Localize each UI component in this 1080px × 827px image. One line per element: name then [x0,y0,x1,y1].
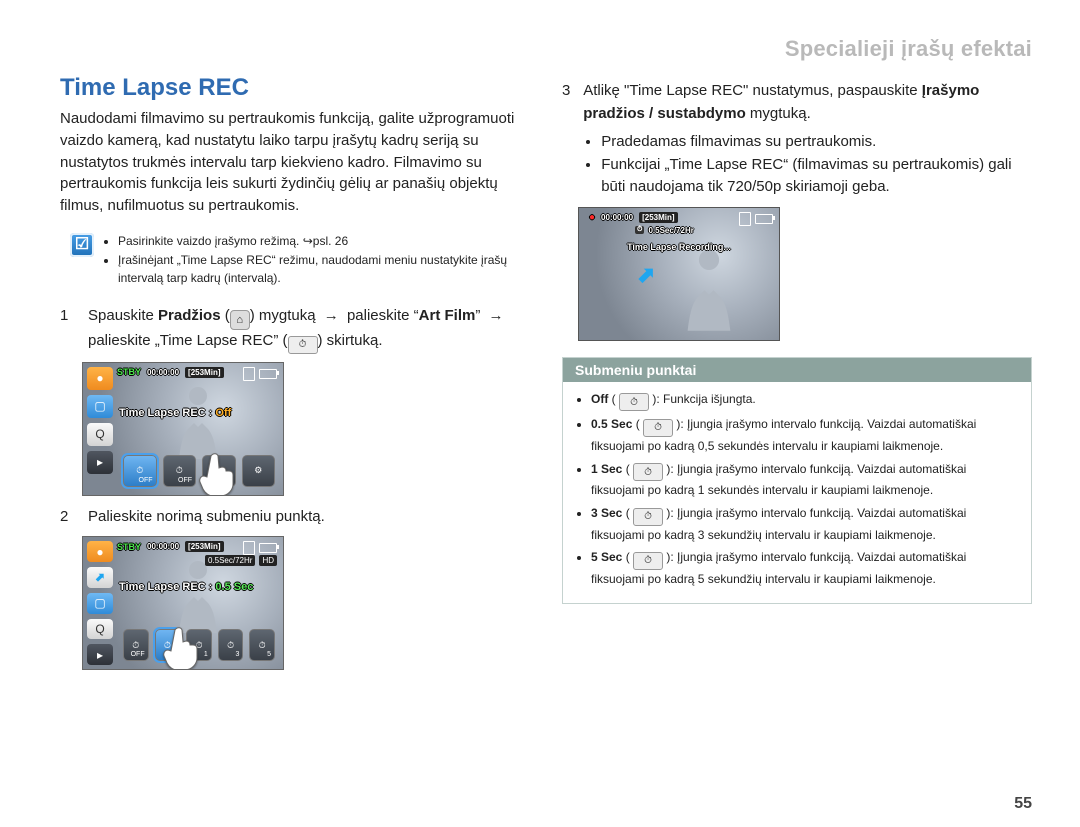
arrow-up-icon: ⬈ [637,262,655,288]
step-number: 3 [562,80,573,199]
arrow-icon: → [489,305,504,328]
lcd-status-icons [739,212,773,226]
submenu-items-header: Submeniu punktai [563,358,1031,382]
page-title: Time Lapse REC [60,74,530,102]
lcd-chip-record: ● [87,367,113,390]
submenu-item: Off ( ⏱ ): Funkcija išjungta. [591,390,1017,412]
lcd-chip-photo: ▢ [87,395,113,418]
lcd-time: 00:00:00 [601,213,633,222]
lcd-chip-uparrow: ⬈ [87,567,113,588]
sd-card-icon [243,367,255,381]
lcd-chip-zoom: Q [87,423,113,446]
lcd-mode-off: ⏱OFF [123,629,149,661]
lcd-stby: STBY [117,367,141,377]
timelapse-icon: ⏱ [633,552,663,570]
lcd-interval: 0.5Sec/72Hr [205,555,255,566]
lcd-mode-label: Time Lapse REC : 0.5 Sec [119,581,253,593]
step-2: 2 Palieskite norimą submeniu punktą. [60,506,530,529]
battery-icon [259,543,277,553]
lcd-mode-3: ⏱3 [218,629,244,661]
timelapse-icon: ⏱ [633,463,663,481]
lcd-chip-play: ▸ [87,451,113,474]
submenu-items-box: Submeniu punktai Off ( ⏱ ): Funkcija išj… [562,357,1032,604]
lcd-stby: STBY [117,542,141,552]
submenu-item: 0.5 Sec ( ⏱ ): Įjungia įrašymo intervalo… [591,415,1017,455]
rec-dot-icon: ● [589,212,595,223]
step-text: Spauskite [88,307,158,324]
sd-card-icon [243,541,255,555]
timelapse-icon: ⏱ [643,419,673,437]
step-1: 1 Spauskite Pradžios (⌂) mygtuką → palie… [60,305,530,354]
pointing-hand-icon [163,626,203,670]
step-number: 1 [60,305,78,354]
lcd-recording-label: Time Lapse Recording... [579,242,779,252]
lcd-mode-label: Time Lapse REC : Off [119,407,231,419]
step-text: palieskite „Time Lapse REC” ( [88,332,288,349]
tip-list: Pasirinkite vaizdo įrašymo režimą. ↪psl.… [104,233,530,289]
lcd-screenshot-3: ● 00:00:00 [253Min] ⏱ 0.5Sec/72Hr Time L… [578,207,780,341]
lcd-time: 00:00:00 [147,542,179,551]
tip-box: ☑ Pasirinkite vaizdo įrašymo režimą. ↪ps… [70,233,530,289]
submenu-item: 3 Sec ( ⏱ ): Įjungia įrašymo intervalo f… [591,504,1017,544]
timelapse-icon: ⏱ [633,508,663,526]
hd-icon: HD [259,555,277,566]
step-number: 2 [60,506,78,529]
timelapse-icon: ⏱ [288,336,318,354]
tip-item: Įrašinėjant „Time Lapse REC“ režimu, nau… [118,252,530,287]
lcd-status-icons [243,541,277,555]
step-bold: Pradžios [158,307,221,324]
lcd-chip-record: ● [87,541,113,562]
submenu-item: 5 Sec ( ⏱ ): Įjungia įrašymo intervalo f… [591,548,1017,588]
lcd-chip-play: ▸ [87,644,113,665]
battery-icon [755,214,773,224]
step-bullet: Pradedamas filmavimas su pertraukomis. [601,131,1032,154]
lcd-time: 00:00:00 [147,368,179,377]
lcd-status-icons [243,367,277,381]
arrow-icon: → [324,305,339,328]
lcd-interval: 0.5Sec/72Hr [648,226,693,235]
page-number: 55 [1014,795,1032,813]
step-text: palieskite “ [347,307,419,324]
tip-icon: ☑ [70,233,94,257]
step-text: mygtuką. [746,105,811,122]
submenu-items-list: Off ( ⏱ ): Funkcija išjungta. 0.5 Sec ( ⏱… [577,390,1017,589]
lcd-mode-settings: ⚙ [242,455,276,487]
lcd-remain: [253Min] [185,541,223,552]
lcd-remain: [253Min] [639,212,677,223]
lcd-mode-5: ⏱5 [249,629,275,661]
step-3: 3 Atlikę "Time Lapse REC" nustatymus, pa… [562,80,1032,199]
lcd-remain: [253Min] [185,367,223,378]
step-text: Palieskite norimą submeniu punktą. [88,506,325,529]
step-text: ” [475,307,484,324]
step-text: Atlikę "Time Lapse REC" nustatymus, pasp… [583,82,922,99]
step-bullet: Funkcijai „Time Lapse REC“ (filmavimas s… [601,154,1032,199]
home-icon: ⌂ [230,310,250,330]
timelapse-icon: ⏱ [635,226,644,234]
lcd-chip-photo: ▢ [87,593,113,614]
battery-icon [259,369,277,379]
tip-item: Pasirinkite vaizdo įrašymo režimą. ↪psl.… [118,233,530,250]
sd-card-icon [739,212,751,226]
lcd-chip-zoom: Q [87,619,113,640]
submenu-item: 1 Sec ( ⏱ ): Įjungia įrašymo intervalo f… [591,460,1017,500]
lcd-mode-off: ⏱OFF [123,455,157,487]
step-bold: Art Film [419,307,476,324]
silhouette-icon [669,243,749,338]
lcd-screenshot-2: ● ⬈ ▢ Q ▸ STBY 00:00:00 [253Min] 0.5Sec/… [82,536,284,670]
step-text: mygtuką [255,307,320,324]
step-text: ) skirtuką. [318,332,383,349]
section-breadcrumb: Specialieji įrašų efektai [60,36,1032,62]
lcd-screenshot-1: ● ▢ Q ▸ STBY 00:00:00 [253Min] Time Laps… [82,362,284,496]
lcd-mode-tile: ⏱OFF [163,455,197,487]
intro-text: Naudodami filmavimo su pertraukomis funk… [60,108,530,217]
pointing-hand-icon [199,452,239,496]
timelapse-icon: ⏱ [619,393,649,411]
